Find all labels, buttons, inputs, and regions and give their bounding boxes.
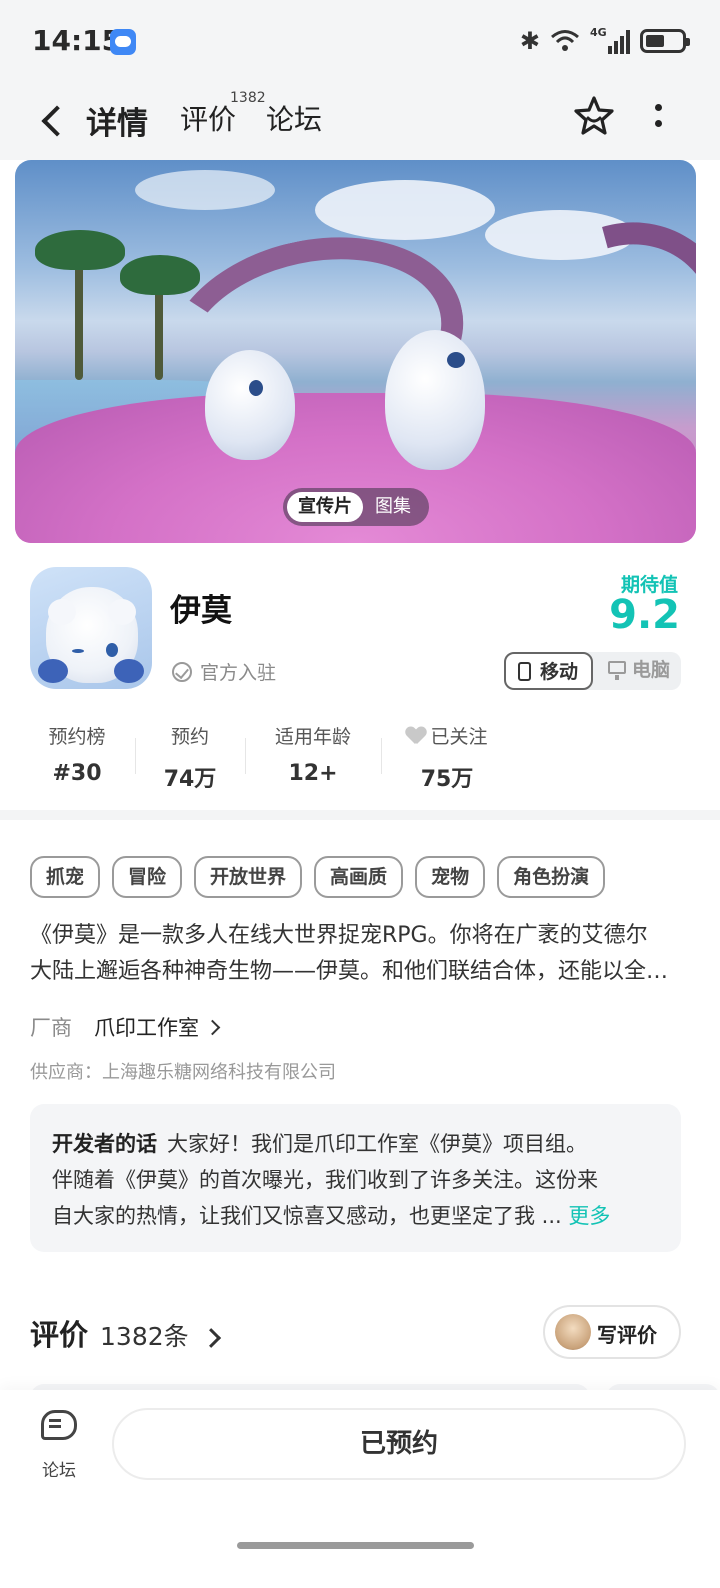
back-icon[interactable] [38, 102, 68, 142]
review-count-badge: 1382 [230, 90, 266, 106]
supplier-text: 供应商：上海趣乐糖网络科技有限公司 [30, 1062, 336, 1083]
stat-reservation-rank[interactable]: 预约榜 #30 [40, 722, 114, 786]
tag-list: 抓宠 冒险 开放世界 高画质 宠物 角色扮演 [30, 856, 606, 898]
platform-pc-label: 电脑 [632, 659, 671, 681]
media-switcher: 宣传片 图集 [283, 488, 429, 526]
more-options-icon[interactable] [650, 104, 666, 134]
expectation-score: 9.2 [609, 592, 680, 638]
bottom-action-bar: 论坛 已预约 [0, 1390, 720, 1588]
tag-chip[interactable]: 开放世界 [194, 856, 303, 898]
write-review-label: 写评价 [597, 1323, 657, 1347]
platform-switcher: 移动 电脑 [504, 652, 681, 690]
status-time: 14:15 [32, 24, 122, 57]
status-icons: ✱ 4G [519, 24, 690, 58]
write-review-button[interactable]: 写评价 [543, 1305, 681, 1359]
tag-chip[interactable]: 冒险 [112, 856, 183, 898]
stat-age-rating[interactable]: 适用年龄 12+ [272, 722, 354, 786]
avatar [555, 1314, 591, 1350]
stat-value: 12+ [288, 761, 338, 786]
palm-leaves [35, 230, 125, 270]
tab-promo-video[interactable]: 宣传片 [287, 492, 363, 522]
tab-details-label: 详情 [86, 106, 148, 142]
platform-mobile-button[interactable]: 移动 [504, 652, 593, 690]
stat-label: 已关注 [430, 726, 488, 748]
reviews-header[interactable]: 评价 1382条 [30, 1312, 221, 1354]
stat-label: 预约 [170, 726, 209, 748]
divider [135, 738, 136, 774]
official-badge: 官方入驻 [172, 658, 276, 685]
message-notification-icon [110, 29, 136, 55]
developer-note[interactable]: 开发者的话 大家好！我们是爪印工作室《伊莫》项目组。 伴随着《伊莫》的首次曝光，我… [30, 1104, 681, 1252]
tag-chip[interactable]: 宠物 [415, 856, 486, 898]
reviews-title: 评价 [30, 1318, 89, 1352]
cloud-shape [315, 180, 495, 240]
reserved-button[interactable]: 已预约 [112, 1408, 686, 1480]
palm-leaves [120, 255, 200, 295]
cloud-shape [135, 170, 275, 210]
stat-label: 预约榜 [48, 726, 106, 748]
vendor-link[interactable]: 厂商 爪印工作室 [30, 1012, 221, 1042]
platform-mobile-label: 移动 [540, 661, 579, 683]
chat-bubble-icon [41, 1410, 77, 1440]
description-line: 《伊莫》是一款多人在线大世界捉宠RPG。你将在广袤的艾德尔 [30, 923, 648, 948]
star-icon[interactable] [572, 94, 616, 138]
app-icon [30, 567, 152, 689]
game-description[interactable]: 《伊莫》是一款多人在线大世界捉宠RPG。你将在广袤的艾德尔 大陆上邂逅各种神奇生… [30, 918, 680, 990]
network-type: 4G [590, 26, 607, 39]
hero-video[interactable]: 宣传片 图集 [15, 160, 696, 543]
developer-note-text: 自大家的热情，让我们又惊喜又感动，也更坚定了我 ... [52, 1204, 562, 1228]
tab-gallery[interactable]: 图集 [375, 492, 411, 522]
cellular-signal-icon: 4G [590, 26, 630, 54]
stat-value: 74万 [163, 767, 217, 792]
tab-forum[interactable]: 论坛 [266, 98, 322, 138]
app-name: 伊莫 [170, 593, 232, 629]
phone-icon [518, 662, 531, 681]
developer-note-text: 伴随着《伊莫》的首次曝光，我们收到了许多关注。这份来 [52, 1168, 598, 1192]
vendor-name: 爪印工作室 [94, 1016, 199, 1040]
divider [381, 738, 382, 774]
developer-note-title: 开发者的话 [52, 1132, 157, 1156]
developer-note-text: 大家好！我们是爪印工作室《伊莫》项目组。 [167, 1132, 587, 1156]
vendor-label: 厂商 [30, 1016, 72, 1040]
chevron-right-icon [204, 1019, 221, 1035]
status-bar: 14:15 ✱ 4G [0, 0, 720, 84]
bluetooth-icon: ✱ [519, 27, 540, 55]
home-indicator[interactable] [237, 1542, 474, 1549]
monitor-icon [608, 661, 626, 680]
stat-value: #30 [52, 761, 102, 786]
stat-reservations: 预约 74万 [160, 722, 220, 793]
creature-right [385, 330, 485, 470]
stat-followers[interactable]: 已关注 75万 [404, 722, 490, 793]
divider [245, 738, 246, 774]
section-separator [0, 810, 720, 820]
tag-chip[interactable]: 高画质 [314, 856, 404, 898]
description-line: 大陆上邂逅各种神奇生物——伊莫。和他们联结合体，还能以全… [30, 959, 669, 984]
battery-icon [640, 29, 690, 53]
stat-value: 75万 [420, 767, 474, 792]
tab-reviews[interactable]: 评价 [180, 98, 236, 138]
heart-icon [406, 727, 426, 745]
more-link[interactable]: 更多 [568, 1204, 610, 1228]
tab-details[interactable]: 详情 [84, 98, 148, 143]
forum-button[interactable]: 论坛 [36, 1410, 82, 1481]
tag-chip[interactable]: 角色扮演 [497, 856, 606, 898]
reviews-count: 1382条 [100, 1322, 189, 1351]
tag-chip[interactable]: 抓宠 [30, 856, 101, 898]
forum-label: 论坛 [42, 1461, 76, 1481]
chevron-right-icon [200, 1328, 221, 1348]
platform-pc-button[interactable]: 电脑 [600, 652, 681, 690]
check-circle-icon [172, 661, 192, 682]
official-label: 官方入驻 [200, 662, 277, 684]
top-nav: 详情 评价 1382 论坛 [0, 84, 720, 160]
wifi-icon [551, 30, 579, 51]
stat-label: 适用年龄 [274, 726, 351, 748]
creature-left [205, 350, 295, 460]
